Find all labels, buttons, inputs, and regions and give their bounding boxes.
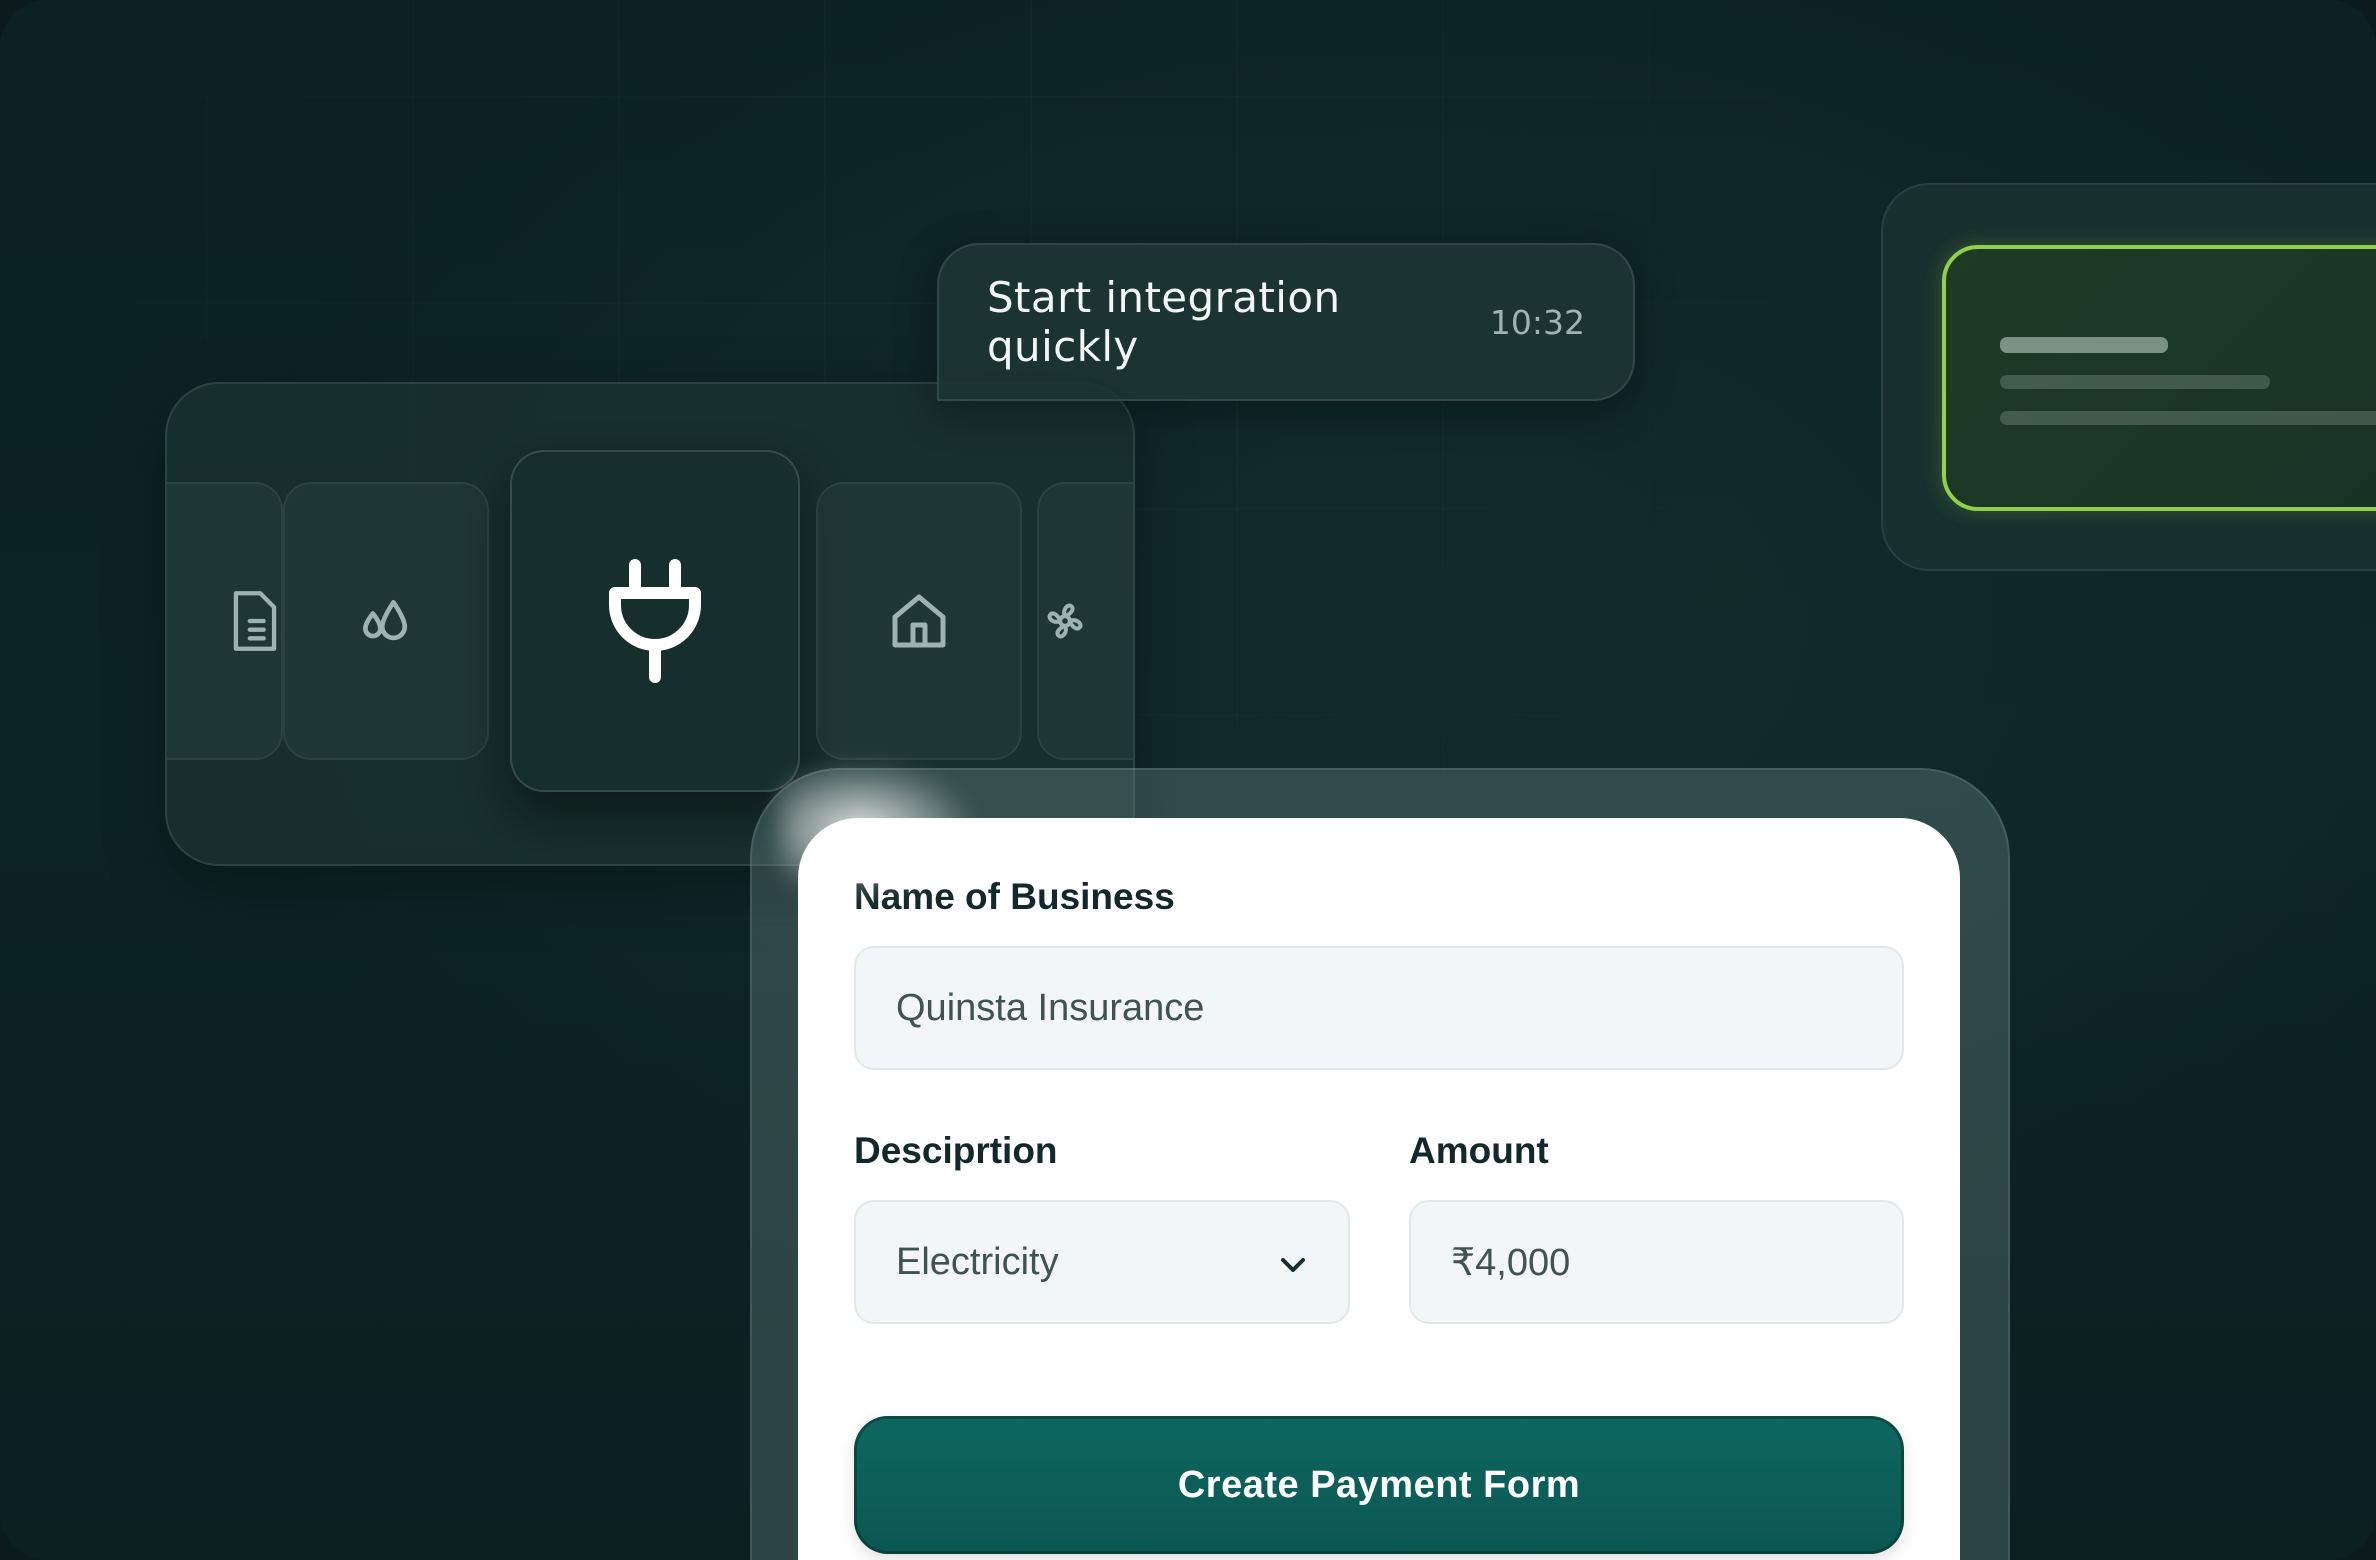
skeleton-line (2000, 375, 2270, 389)
water-drops-icon (363, 599, 408, 641)
skeleton-line (2000, 411, 2376, 425)
description-value: Electricity (896, 1240, 1059, 1283)
background-canvas: Start integration quickly 10:32 Name of … (0, 0, 2376, 1560)
preview-card (1881, 183, 2376, 571)
light-glow (780, 760, 980, 900)
category-tile-document[interactable] (167, 482, 283, 760)
amount-label: Amount (1409, 1130, 1549, 1171)
amount-value: ₹4,000 (1451, 1241, 1571, 1284)
skeleton-line-title (2000, 337, 2168, 353)
category-tile-electricity[interactable] (510, 450, 800, 792)
plug-icon (609, 559, 701, 683)
business-name-value: Quinsta Insurance (896, 986, 1205, 1029)
category-tile-home[interactable] (816, 482, 1022, 760)
preview-card-highlight[interactable] (1942, 245, 2376, 511)
home-icon (892, 594, 946, 648)
description-label: Desciprtion (854, 1130, 1058, 1171)
chat-message-bubble: Start integration quickly 10:32 (937, 243, 1635, 401)
amount-field[interactable]: ₹4,000 (1409, 1200, 1904, 1324)
category-tile-water[interactable] (283, 482, 489, 760)
create-payment-form-button[interactable]: Create Payment Form (854, 1416, 1904, 1554)
flower-icon (1047, 603, 1083, 639)
chevron-down-icon (1278, 1247, 1308, 1277)
category-tile-flower[interactable] (1037, 482, 1133, 760)
document-icon (233, 591, 277, 651)
business-name-field[interactable]: Quinsta Insurance (854, 946, 1904, 1070)
chat-message-text: Start integration quickly (987, 273, 1341, 371)
description-select[interactable]: Electricity (854, 1200, 1350, 1324)
chat-message-time: 10:32 (1489, 302, 1585, 342)
